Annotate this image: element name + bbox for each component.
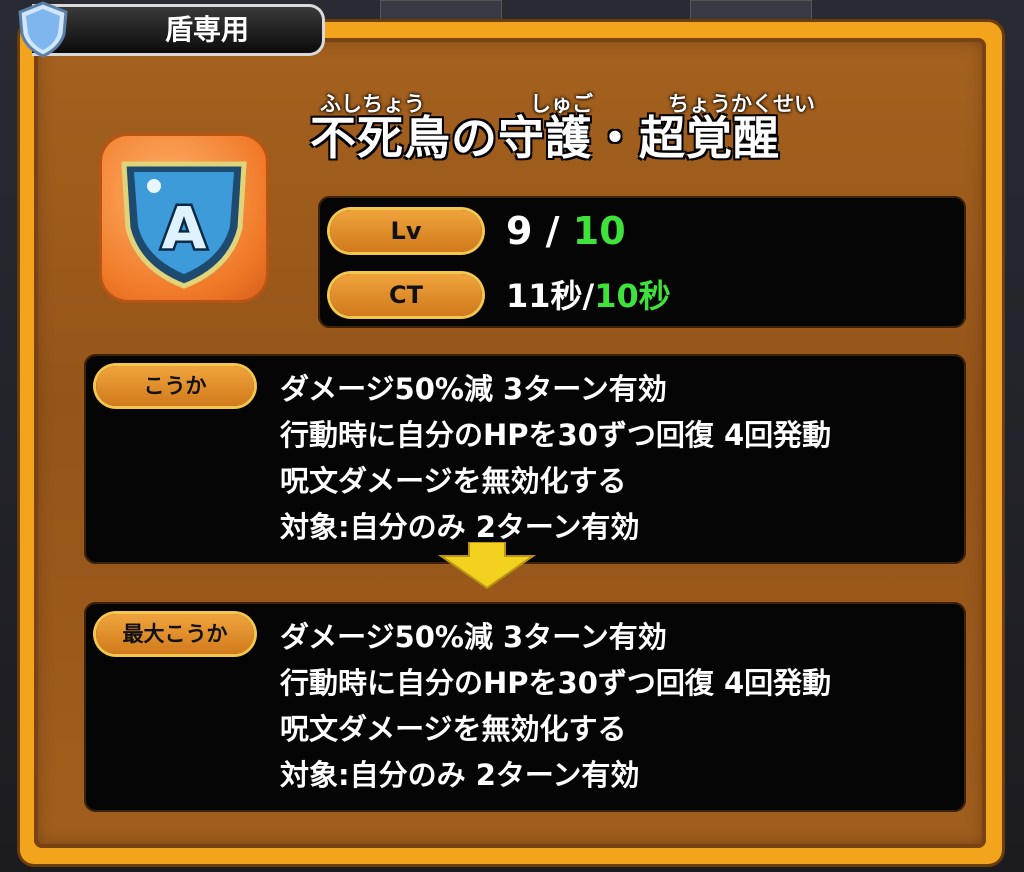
skill-icon: A bbox=[102, 136, 266, 300]
level-current: 9 / bbox=[506, 209, 560, 253]
stat-box: Lv 9 / 10 CT 11秒/10秒 bbox=[318, 196, 966, 328]
effect-line: 対象:自分のみ 2ターン有効 bbox=[280, 510, 640, 544]
effect-line: ダメージ50%減 3ターン有効 bbox=[280, 372, 667, 406]
ct-value: 11秒/10秒 bbox=[506, 274, 671, 318]
max-effect-line: ダメージ50%減 3ターン有効 bbox=[280, 620, 667, 654]
ct-max: 10秒 bbox=[594, 277, 671, 315]
background-tile bbox=[380, 0, 502, 22]
effect-lines: ダメージ50%減 3ターン有効 行動時に自分のHPを30ずつ回復 4回発動 呪文… bbox=[280, 366, 831, 550]
max-effect-lines: ダメージ50%減 3ターン有効 行動時に自分のHPを30ずつ回復 4回発動 呪文… bbox=[280, 614, 831, 798]
effect-label: こうか bbox=[96, 366, 254, 406]
max-effect-label: 最大こうか bbox=[96, 614, 254, 654]
category-tab-label: 盾専用 bbox=[164, 13, 249, 46]
effect-line: 行動時に自分のHPを30ずつ回復 4回発動 bbox=[280, 418, 832, 452]
down-arrow-icon bbox=[437, 542, 537, 590]
skill-detail-frame: A ふしちょう しゅご ちょうかくせい 不死鳥の守護・超覚醒 Lv 9 / 10… bbox=[20, 22, 1002, 864]
level-value: 9 / 10 bbox=[506, 208, 626, 254]
max-effect-line: 対象:自分のみ 2ターン有効 bbox=[280, 758, 640, 792]
max-effect-line: 呪文ダメージを無効化する bbox=[280, 712, 627, 746]
ct-current: 11秒/ bbox=[506, 277, 595, 315]
rank-a-shield-icon: A bbox=[121, 161, 247, 289]
max-effect-box: 最大こうか ダメージ50%減 3ターン有効 行動時に自分のHPを30ずつ回復 4… bbox=[84, 602, 966, 812]
level-max: 10 bbox=[572, 209, 626, 253]
effect-line: 呪文ダメージを無効化する bbox=[280, 464, 627, 498]
background-tile bbox=[690, 0, 812, 22]
skill-detail-panel: A ふしちょう しゅご ちょうかくせい 不死鳥の守護・超覚醒 Lv 9 / 10… bbox=[34, 38, 986, 848]
level-label: Lv bbox=[330, 210, 482, 252]
max-effect-line: 行動時に自分のHPを30ずつ回復 4回発動 bbox=[280, 666, 832, 700]
effect-box: こうか ダメージ50%減 3ターン有効 行動時に自分のHPを30ずつ回復 4回発… bbox=[84, 354, 966, 564]
ct-label: CT bbox=[330, 274, 482, 316]
category-tab: 盾専用 bbox=[32, 4, 325, 56]
rank-letter: A bbox=[162, 194, 207, 262]
shield-icon bbox=[18, 1, 68, 58]
skill-name: 不死鳥の守護・超覚醒 bbox=[310, 111, 780, 165]
